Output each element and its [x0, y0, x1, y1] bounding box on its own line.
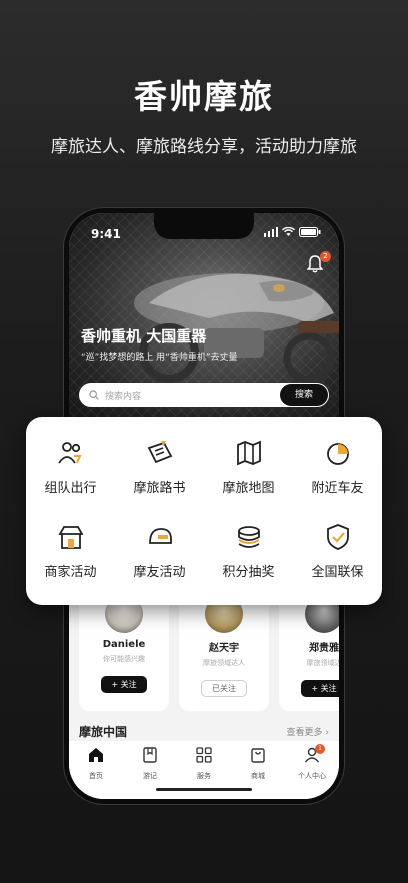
notification-badge: 2	[320, 251, 331, 262]
user-card[interactable]: Daniele 你可能感兴趣 + 关注	[79, 593, 169, 711]
home-icon	[89, 748, 103, 762]
status-time: 9:41	[91, 227, 121, 241]
service-label: 摩旅路书	[133, 481, 186, 496]
route-book-icon	[147, 441, 172, 464]
user-name: Daniele	[102, 639, 146, 650]
tab-label: 商城	[251, 772, 265, 780]
recommended-users: Daniele 你可能感兴趣 + 关注 赵天宇 摩旅领域达人 已关注 郑贵雅 摩…	[79, 593, 339, 711]
search-bar[interactable]: 搜索内容 搜索	[79, 383, 329, 407]
chevron-right-icon: ›	[325, 728, 329, 738]
service-grid-card: 组队出行 摩旅路书 摩旅地图 附近车友 商家活动 摩友活动 积分抽奖 全国联保	[26, 417, 382, 605]
home-indicator	[156, 788, 252, 791]
search-button[interactable]: 搜索	[280, 384, 328, 406]
hero-banner[interactable]: 9:41 2 香帅重机 大国重器 “巡”找梦想的路上 用“香帅重机”去丈量 搜索…	[69, 213, 339, 423]
service-warranty[interactable]: 全国联保	[293, 513, 382, 597]
section-header: 摩旅中国 查看更多 ›	[79, 723, 329, 743]
service-merchant-events[interactable]: 商家活动	[26, 513, 115, 597]
user-card[interactable]: 赵天宇 摩旅领域达人 已关注	[179, 593, 269, 711]
shop-bag-icon	[251, 748, 265, 763]
service-label: 全国联保	[311, 565, 364, 580]
search-icon	[89, 390, 99, 400]
search-input[interactable]: 搜索内容	[105, 389, 280, 402]
follow-button[interactable]: + 关注	[101, 676, 147, 693]
merchant-icon	[57, 526, 84, 549]
service-label: 积分抽奖	[222, 565, 275, 580]
hero-title: 香帅重机 大国重器	[81, 327, 207, 345]
follow-button[interactable]: + 关注	[301, 680, 339, 697]
tab-shop[interactable]: 商城	[231, 747, 285, 799]
team-icon	[57, 442, 82, 464]
service-nearby-riders[interactable]: 附近车友	[293, 429, 382, 513]
helmet-icon	[148, 528, 172, 544]
tab-label: 个人中心	[298, 772, 326, 780]
see-more-link[interactable]: 查看更多 ›	[287, 725, 330, 738]
grid-icon	[196, 747, 212, 763]
tab-profile[interactable]: 1 个人中心	[285, 744, 339, 799]
user-desc: 摩旅领域达人	[203, 659, 245, 667]
tab-label: 服务	[197, 772, 211, 780]
status-icons	[264, 227, 321, 237]
book-icon	[143, 747, 157, 763]
promo-subline: 摩旅达人、摩旅路线分享，活动助力摩旅	[51, 137, 357, 157]
user-desc: 摩旅领域达	[306, 659, 340, 667]
tab-services[interactable]: 服务	[177, 747, 231, 799]
service-map[interactable]: 摩旅地图	[204, 429, 293, 513]
see-more-label: 查看更多	[286, 728, 323, 738]
phone-notch	[154, 213, 254, 239]
shield-icon	[326, 524, 349, 550]
user-name: 郑贵雅	[309, 643, 339, 654]
notification-bell[interactable]: 2	[306, 251, 331, 275]
battery-icon	[299, 227, 321, 237]
service-label: 附近车友	[311, 481, 364, 496]
service-rider-events[interactable]: 摩友活动	[115, 513, 204, 597]
user-card[interactable]: 郑贵雅 摩旅领域达 + 关注	[279, 593, 339, 711]
signal-icon	[264, 227, 278, 237]
tab-travelogue[interactable]: 游记	[123, 747, 177, 799]
service-label: 摩旅地图	[222, 481, 275, 496]
user-name: 赵天宇	[209, 643, 239, 654]
tab-label: 首页	[89, 772, 103, 780]
service-route-book[interactable]: 摩旅路书	[115, 429, 204, 513]
profile-badge: 1	[315, 744, 325, 754]
service-points-lottery[interactable]: 积分抽奖	[204, 513, 293, 597]
promo-headline: 香帅摩旅	[134, 77, 274, 116]
tab-label: 游记	[143, 772, 157, 780]
service-label: 组队出行	[44, 481, 97, 496]
service-team-travel[interactable]: 组队出行	[26, 429, 115, 513]
service-label: 摩友活动	[133, 565, 186, 580]
user-desc: 你可能感兴趣	[103, 655, 145, 663]
nearby-icon	[326, 443, 349, 465]
coins-icon	[237, 526, 260, 548]
tab-home[interactable]: 首页	[69, 747, 123, 799]
service-label: 商家活动	[44, 565, 97, 580]
wifi-icon	[282, 227, 295, 236]
followed-button[interactable]: 已关注	[201, 680, 247, 697]
map-icon	[236, 440, 261, 466]
hero-subtitle: “巡”找梦想的路上 用“香帅重机”去丈量	[81, 353, 238, 363]
section-title: 摩旅中国	[79, 725, 128, 739]
